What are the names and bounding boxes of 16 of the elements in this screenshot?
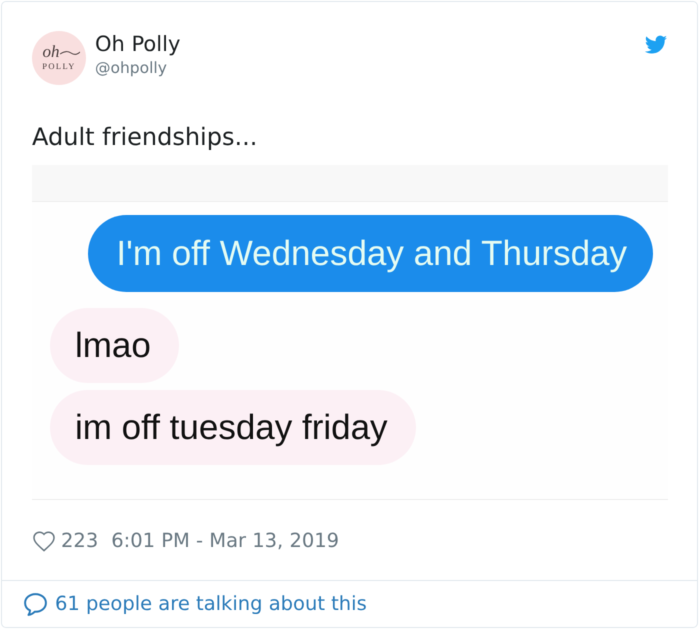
sent-message-bubble: I'm off Wednesday and Thursday <box>88 215 653 292</box>
received-message-bubble: im off tuesday friday <box>50 390 416 465</box>
bird-logo-icon[interactable] <box>644 35 667 54</box>
timestamp-link[interactable]: 6:01 PM - Mar 13, 2019 <box>111 529 340 553</box>
conversation-link[interactable]: 61 people are talking about this <box>24 592 367 616</box>
logo-wordmark-text: POLLY <box>42 61 76 71</box>
heart-icon <box>33 530 55 552</box>
like-button[interactable]: 223 <box>33 529 98 553</box>
logo-script-text: oh <box>42 45 60 59</box>
author-handle[interactable]: @ohpolly <box>95 58 180 78</box>
tweet-text: Adult friendships... <box>32 122 258 152</box>
author-name[interactable]: Oh Polly <box>95 32 180 56</box>
received-message-bubble: lmao <box>50 308 179 383</box>
speech-bubble-icon <box>24 592 47 616</box>
avatar-logo[interactable]: oh POLLY <box>32 31 86 85</box>
swash-icon <box>60 50 80 56</box>
